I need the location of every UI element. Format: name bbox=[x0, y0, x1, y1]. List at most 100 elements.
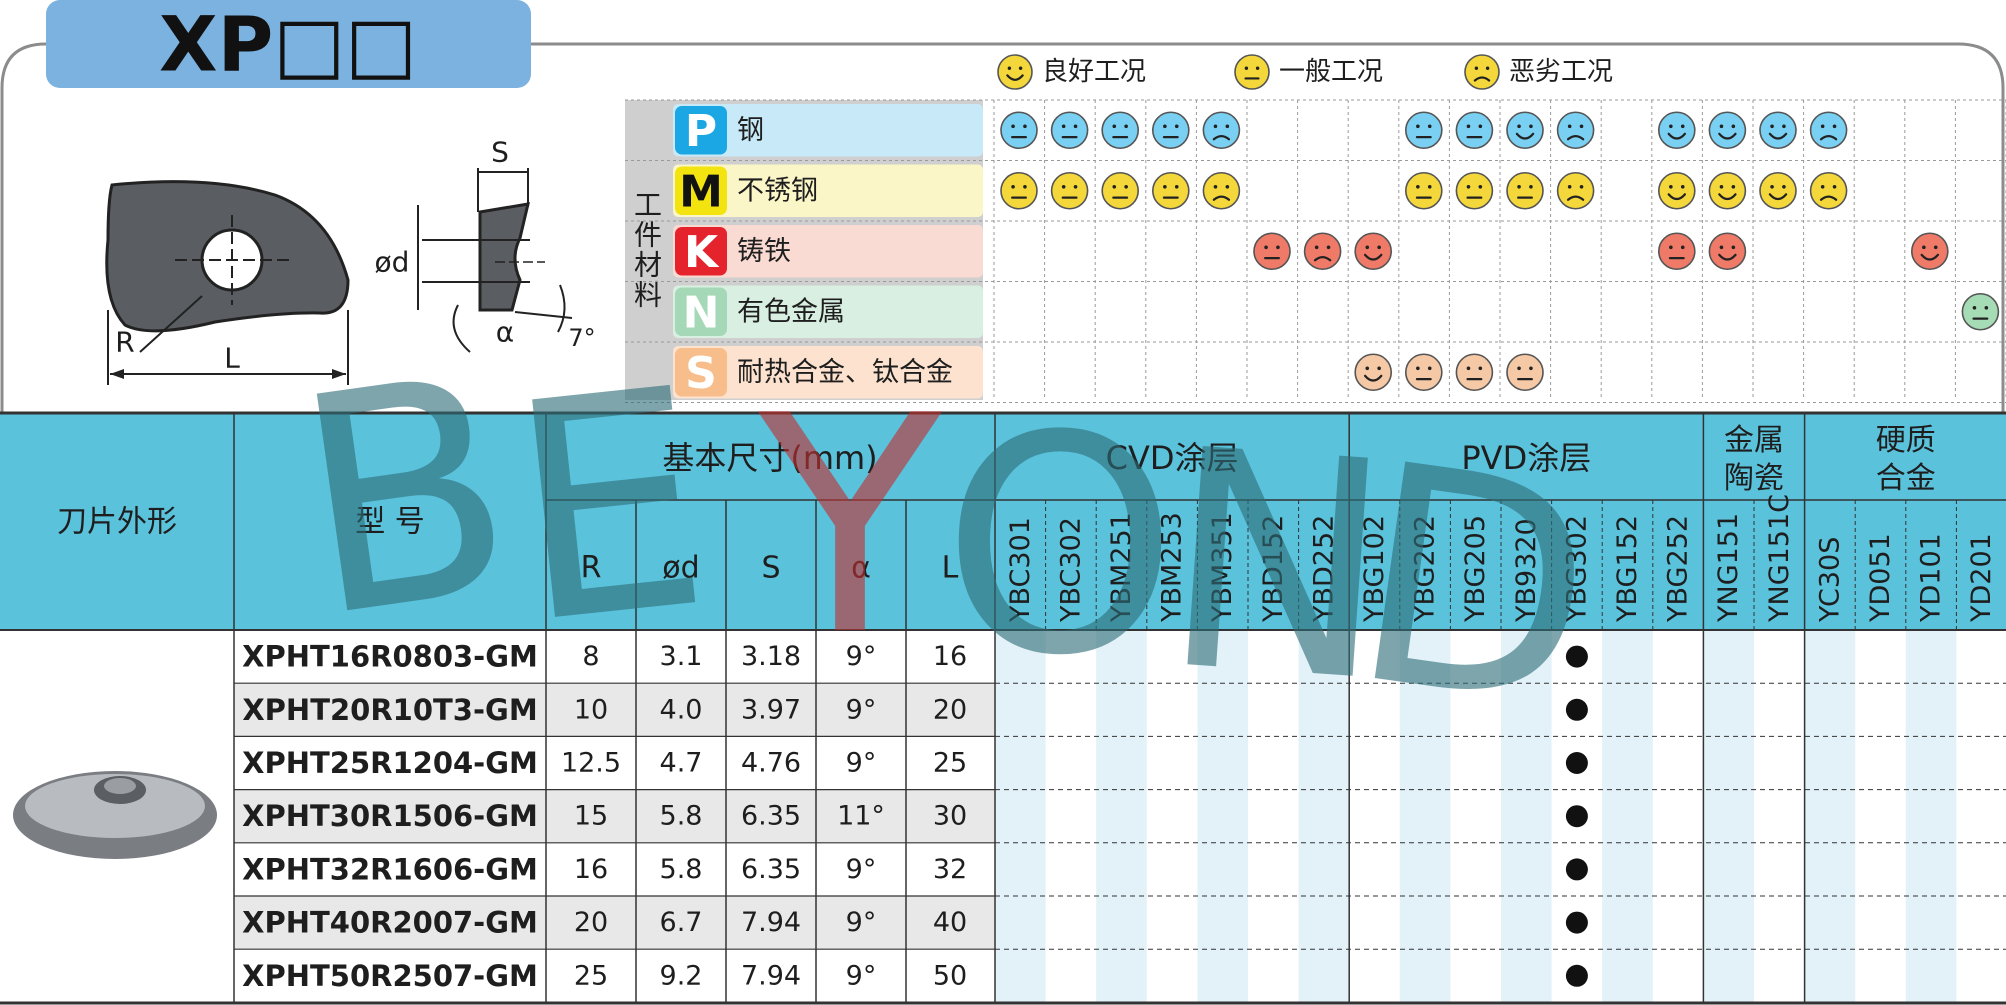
dim-cell-R: 25 bbox=[574, 960, 608, 991]
catalog-page: XP□□ R Lød Sα 7° 良好工况 一般工况 恶劣工况工件材料 P 钢 M 不锈钢 K 铸铁 N 有色… bbox=[0, 0, 2006, 1005]
condition-face-normal bbox=[1961, 292, 2000, 331]
grade-stripe bbox=[1804, 630, 1856, 1003]
dim-cell-alpha: 9° bbox=[846, 748, 877, 779]
dim-cell-d: 9.2 bbox=[660, 960, 703, 991]
catalog-sheet: XP□□R LødSα 7°良好工况 一般工况 恶劣工况工件材料P 钢M 不锈钢K 铸铁N 有色… bbox=[0, 0, 2006, 1005]
material-row-N: N 有色金属 bbox=[625, 285, 2006, 343]
legend-label: 一般工况 bbox=[1279, 57, 1383, 87]
dim-cell-d: 5.8 bbox=[660, 801, 703, 832]
dim-cell-S: 6.35 bbox=[741, 801, 801, 832]
legend-item-bad: 恶劣工况 bbox=[1464, 54, 1613, 90]
condition-face-bad bbox=[1464, 54, 1500, 90]
dim-cell-L: 40 bbox=[933, 907, 967, 938]
model-cell: XPHT20R10T3-GM bbox=[242, 693, 537, 727]
condition-face-good bbox=[1658, 111, 1696, 150]
dim-cell-alpha: 11° bbox=[837, 801, 885, 832]
grade-header: YNG151C bbox=[1764, 494, 1795, 623]
availability-dot bbox=[1565, 858, 1588, 881]
model-cell: XPHT32R1606-GM bbox=[242, 852, 538, 886]
material-name: 铸铁 bbox=[737, 236, 791, 267]
condition-face-good bbox=[1911, 232, 1949, 271]
condition-face-good bbox=[1708, 111, 1747, 150]
material-code: M bbox=[679, 166, 723, 217]
dim-cell-L: 25 bbox=[933, 748, 967, 779]
condition-face-good bbox=[1506, 111, 1544, 150]
material-group-char: 料 bbox=[634, 279, 662, 312]
dim-cell-d: 4.0 bbox=[660, 694, 703, 725]
grade-stripe bbox=[1602, 630, 1653, 1003]
watermark-letter: O bbox=[942, 372, 1178, 721]
material-code: P bbox=[685, 106, 717, 157]
grade-stripe bbox=[1703, 630, 1754, 1003]
condition-face-bad bbox=[1202, 111, 1241, 150]
condition-face-normal bbox=[1506, 353, 1544, 392]
condition-face-normal bbox=[1405, 111, 1443, 150]
legend-label: 恶劣工况 bbox=[1509, 57, 1613, 87]
condition-face-good bbox=[1354, 353, 1392, 392]
legend-item-good: 良好工况 bbox=[997, 54, 1146, 90]
condition-face-normal bbox=[1000, 171, 1038, 210]
model-cell: XPHT25R1204-GM bbox=[242, 746, 538, 780]
dim-cell-S: 4.76 bbox=[741, 748, 801, 779]
material-row-M: M 不锈钢 bbox=[625, 164, 2006, 222]
legend-label: 良好工况 bbox=[1042, 57, 1146, 87]
watermark-letter: Y bbox=[754, 352, 946, 701]
condition-face-good bbox=[1354, 232, 1392, 271]
grade-header: YD101 bbox=[1916, 533, 1947, 623]
material-name: 钢 bbox=[737, 115, 764, 146]
table-row: XPHT50R2507-GM 25 9.2 7.94 9° 50 bbox=[242, 959, 1588, 993]
dim-cell-R: 12.5 bbox=[561, 748, 621, 779]
condition-face-good bbox=[1708, 232, 1747, 271]
dim-cell-alpha: 9° bbox=[846, 907, 877, 938]
condition-face-good bbox=[1759, 111, 1797, 150]
insert-photo bbox=[13, 771, 217, 859]
condition-face-bad bbox=[1809, 111, 1848, 150]
dim-cell-alpha: 9° bbox=[846, 960, 877, 991]
availability-dot bbox=[1565, 911, 1588, 934]
condition-face-normal bbox=[1658, 232, 1696, 271]
condition-face-bad bbox=[1556, 171, 1595, 210]
dim-cell-L: 30 bbox=[933, 801, 967, 832]
col-shape-header: 刀片外形 bbox=[57, 505, 177, 540]
watermark-letter: E bbox=[497, 324, 722, 691]
grade-stripe bbox=[1905, 630, 1957, 1003]
legend-item-normal: 一般工况 bbox=[1234, 54, 1383, 90]
condition-face-normal bbox=[1455, 353, 1494, 392]
grade-header: YC30S bbox=[1814, 537, 1845, 623]
model-cell: XPHT50R2507-GM bbox=[242, 959, 538, 993]
grade-header: YD051 bbox=[1865, 533, 1896, 623]
label-s: S bbox=[491, 136, 509, 169]
condition-face-normal bbox=[1234, 54, 1270, 90]
dim-cell-R: 10 bbox=[574, 694, 608, 725]
dim-cell-R: 15 bbox=[574, 801, 608, 832]
label-d: ød bbox=[375, 246, 410, 279]
condition-face-bad bbox=[1202, 171, 1241, 210]
table-row: XPHT32R1606-GM 16 5.8 6.35 9° 32 bbox=[242, 852, 1588, 886]
material-name: 有色金属 bbox=[737, 296, 845, 327]
condition-face-normal bbox=[1152, 171, 1190, 210]
material-code: N bbox=[683, 287, 720, 338]
material-row-K: K 铸铁 bbox=[625, 225, 2006, 282]
grade-header: YNG151 bbox=[1713, 513, 1744, 623]
dim-cell-d: 5.8 bbox=[660, 854, 703, 885]
grade-header: YBG152 bbox=[1612, 515, 1643, 623]
dim-cell-alpha: 9° bbox=[846, 854, 877, 885]
material-group-char: 材 bbox=[634, 249, 662, 282]
dim-cell-L: 32 bbox=[933, 854, 967, 885]
dim-cell-d: 6.7 bbox=[660, 907, 703, 938]
availability-dot bbox=[1565, 752, 1588, 774]
material-group-char: 件 bbox=[634, 219, 662, 252]
condition-face-good bbox=[1759, 171, 1797, 210]
availability-dot bbox=[1565, 964, 1588, 987]
page-title: XP□□ bbox=[159, 0, 417, 89]
material-name: 不锈钢 bbox=[737, 175, 818, 206]
dim-cell-L: 50 bbox=[933, 960, 967, 991]
condition-face-normal bbox=[1405, 171, 1443, 210]
watermark-letter: D bbox=[1336, 399, 1613, 777]
material-code: K bbox=[684, 227, 720, 278]
grade-header: YBG252 bbox=[1663, 515, 1694, 623]
condition-face-normal bbox=[1152, 111, 1190, 150]
condition-face-normal bbox=[1050, 171, 1089, 210]
condition-face-bad bbox=[1809, 171, 1848, 210]
availability-dot bbox=[1565, 805, 1588, 828]
